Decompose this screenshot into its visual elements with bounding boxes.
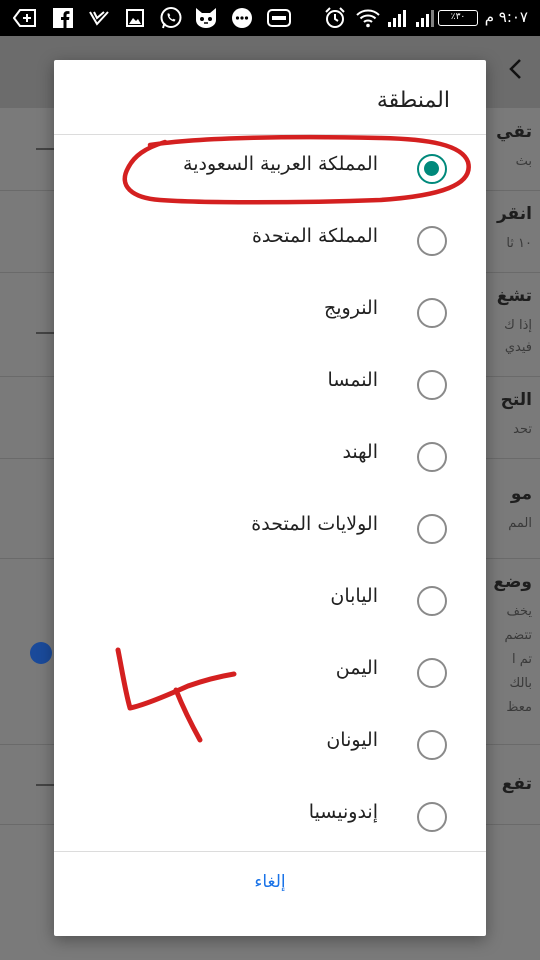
add-tab-icon [12,8,38,28]
signal-icon [386,8,408,28]
settings-row-subtitle: تم ا [511,652,532,667]
region-option-label: اليمن [335,657,378,679]
settings-row-title: انقر [496,204,532,224]
back-arrow-icon[interactable] [508,58,522,86]
settings-row-title: مو [510,484,532,504]
settings-row-title: تفع [501,774,532,794]
settings-row-title: تقي [496,122,532,142]
toggle-switch[interactable] [30,642,52,664]
region-option-label: اليابان [330,585,378,607]
settings-row-subtitle: إذا ك [504,318,532,333]
slider-track[interactable] [36,332,54,334]
wifi-icon [356,8,380,28]
facebook-icon [52,8,74,28]
region-option-label: المملكة العربية السعودية [183,153,378,175]
settings-row-subtitle: تتضم [504,628,532,643]
clock: ٩:٠٧ م [484,8,528,26]
settings-row-subtitle: فيدي [504,340,532,355]
radio-button[interactable] [417,370,447,400]
image-icon [124,8,146,28]
settings-row-subtitle: يخف [506,604,532,619]
region-option-label: الولايات المتحدة [251,513,378,535]
region-option[interactable]: إندونيسيا [54,781,486,853]
radio-button[interactable] [417,586,447,616]
cancel-button[interactable]: إلغاء [54,872,486,916]
status-bar: ٪٣٠ ٩:٠٧ م [0,0,540,36]
dialog-title: المنطقة [376,88,450,113]
region-option-label: النرويج [323,297,378,319]
settings-row-title: تشغ [496,286,532,306]
radio-button[interactable] [417,442,447,472]
region-option-label: النمسا [327,369,378,391]
region-option-label: اليونان [326,729,378,751]
radio-button[interactable] [417,514,447,544]
region-option[interactable]: النرويج [54,277,486,349]
region-option[interactable]: اليمن [54,637,486,709]
radio-button[interactable] [417,802,447,832]
settings-row-subtitle: ١٠ ثا [506,236,532,251]
divider [54,851,486,852]
radio-button[interactable] [417,658,447,688]
chat-bubble-icon [230,8,254,28]
whatsapp-icon [158,7,184,29]
region-dialog: المنطقة المملكة العربية السعودية المملكة… [54,60,486,936]
slider-track[interactable] [36,784,54,786]
check-icon [88,8,110,28]
signal-icon [414,8,436,28]
region-option[interactable]: النمسا [54,349,486,421]
settings-row-subtitle: بالك [509,676,533,691]
settings-row-title: التح [500,390,532,410]
radio-button[interactable] [417,298,447,328]
region-option[interactable]: اليابان [54,565,486,637]
settings-row-title: وضع [493,572,532,592]
region-option-label: المملكة المتحدة [251,225,378,247]
region-option[interactable]: الهند [54,421,486,493]
battery-indicator: ٪٣٠ [438,10,478,26]
region-option-label: الهند [342,441,378,463]
radio-button[interactable] [417,730,447,760]
settings-row-subtitle: معظ [506,700,532,715]
settings-row-subtitle: بث [515,154,532,169]
cat-app-icon [192,8,220,28]
settings-row-subtitle: المم [508,516,532,531]
settings-row-subtitle: تحد [513,422,532,437]
region-option[interactable]: اليونان [54,709,486,781]
game-controller-icon [266,8,292,28]
radio-button[interactable] [417,226,447,256]
slider-track[interactable] [36,148,54,150]
region-option[interactable]: الولايات المتحدة [54,493,486,565]
radio-button-selected[interactable] [417,154,447,184]
region-option[interactable]: المملكة العربية السعودية [54,133,486,205]
region-option[interactable]: المملكة المتحدة [54,205,486,277]
alarm-icon [324,7,346,28]
region-option-label: إندونيسيا [308,801,378,823]
